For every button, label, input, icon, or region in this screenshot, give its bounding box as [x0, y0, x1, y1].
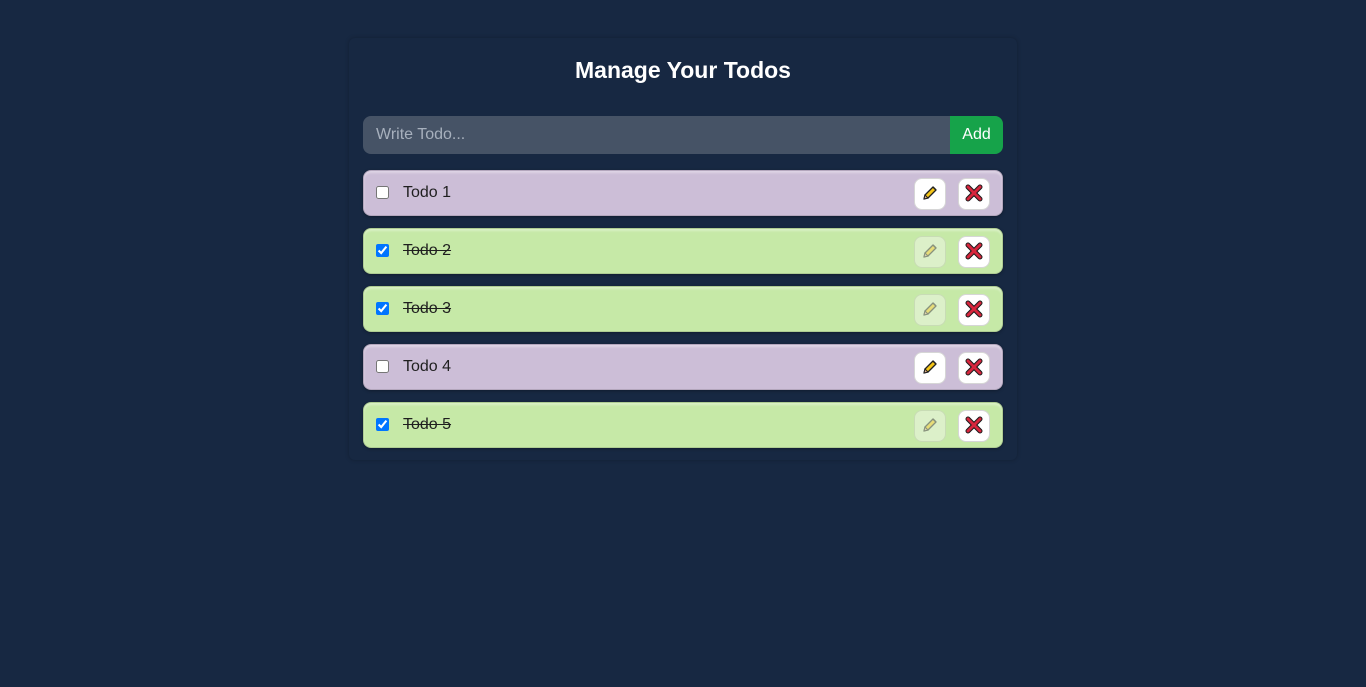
page-title: Manage Your Todos [575, 57, 791, 83]
delete-button[interactable] [958, 352, 990, 384]
todo-checkbox[interactable] [376, 186, 389, 199]
edit-button[interactable] [914, 294, 946, 326]
pencil-icon [920, 183, 940, 206]
add-button[interactable]: Add [950, 116, 1003, 154]
delete-button[interactable] [958, 294, 990, 326]
todo-label: Todo 1 [403, 184, 452, 201]
todo-label: Todo 3 [403, 300, 452, 317]
cross-mark-icon [965, 358, 983, 379]
edit-button[interactable] [914, 178, 946, 210]
todo-item: Todo 3 [363, 286, 1003, 332]
todo-input[interactable] [363, 116, 950, 154]
edit-button[interactable] [914, 410, 946, 442]
todo-form: Add [363, 116, 1003, 154]
todo-item: Todo 2 [363, 228, 1003, 274]
todo-item: Todo 1 [363, 170, 1003, 216]
cross-mark-icon [965, 300, 983, 321]
todo-label: Todo 4 [403, 358, 452, 375]
todo-item: Todo 5 [363, 402, 1003, 448]
todo-checkbox[interactable] [376, 418, 389, 431]
pencil-icon [920, 299, 940, 322]
edit-button[interactable] [914, 352, 946, 384]
todo-checkbox[interactable] [376, 244, 389, 257]
todo-checkbox[interactable] [376, 360, 389, 373]
todo-checkbox[interactable] [376, 302, 389, 315]
delete-button[interactable] [958, 410, 990, 442]
todo-label: Todo 5 [403, 416, 452, 433]
cross-mark-icon [965, 416, 983, 437]
pencil-icon [920, 415, 940, 438]
cross-mark-icon [965, 184, 983, 205]
delete-button[interactable] [958, 178, 990, 210]
delete-button[interactable] [958, 236, 990, 268]
todo-item: Todo 4 [363, 344, 1003, 390]
cross-mark-icon [965, 242, 983, 263]
pencil-icon [920, 241, 940, 264]
pencil-icon [920, 357, 940, 380]
edit-button[interactable] [914, 236, 946, 268]
todo-list: Todo 1 Todo 2 Todo 3 Todo 4 Todo 5 [363, 170, 1003, 460]
todo-card: Manage Your Todos Add Todo 1 Todo 2 Todo… [349, 38, 1017, 460]
todo-label: Todo 2 [403, 242, 452, 259]
